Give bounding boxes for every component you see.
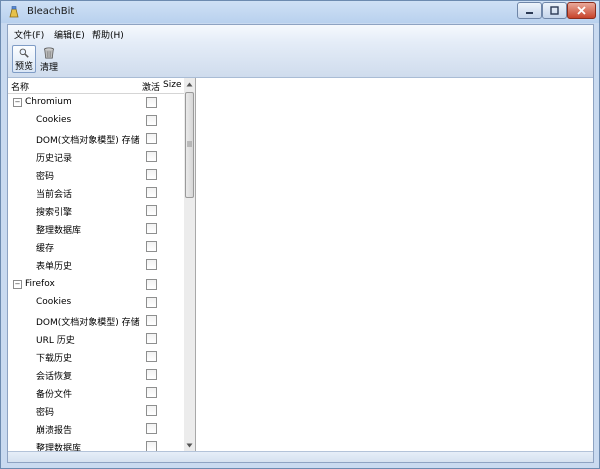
arrow-up-icon: [186, 82, 193, 86]
group-label: Chromium: [25, 97, 72, 107]
column-header-size[interactable]: Size: [163, 80, 181, 90]
checkbox[interactable]: [146, 187, 157, 198]
checkbox[interactable]: [146, 259, 157, 270]
tree-item[interactable]: 密码: [8, 402, 184, 420]
tree-item[interactable]: DOM(文档对象模型) 存储: [8, 130, 184, 148]
item-label: 会话恢复: [36, 372, 73, 382]
checkbox[interactable]: [146, 423, 157, 434]
group-label: Firefox: [25, 279, 55, 289]
trash-can-icon: [44, 47, 54, 59]
item-label: 崩溃报告: [36, 426, 73, 436]
tree-item[interactable]: 搜索引擎: [8, 202, 184, 220]
scroll-up-button[interactable]: [184, 78, 195, 90]
checkbox[interactable]: [146, 133, 157, 144]
checkbox[interactable]: [146, 241, 157, 252]
item-label: 搜索引擎: [36, 208, 73, 218]
item-label: 下载历史: [36, 354, 73, 364]
checkbox[interactable]: [146, 369, 157, 380]
maximize-button[interactable]: [542, 2, 567, 19]
item-label: 密码: [36, 408, 55, 418]
client-area: 文件(F) 编辑(E) 帮助(H) 预览 清理 名称 激活 Size − Chr…: [7, 24, 594, 463]
preview-button[interactable]: 预览: [12, 45, 36, 73]
grip-icon: [187, 141, 192, 147]
tree-item[interactable]: URL 历史: [8, 330, 184, 348]
item-label: 表单历史: [36, 262, 73, 272]
item-label: URL 历史: [36, 336, 75, 346]
tree-item[interactable]: 会话恢复: [8, 366, 184, 384]
bleachbit-icon: [9, 6, 19, 18]
checkbox[interactable]: [146, 169, 157, 180]
checkbox[interactable]: [146, 151, 157, 162]
collapse-icon[interactable]: −: [13, 98, 22, 107]
tree-item[interactable]: 崩溃报告: [8, 420, 184, 438]
item-label: Cookies: [36, 115, 72, 125]
tree-item[interactable]: Cookies: [8, 112, 184, 130]
collapse-icon[interactable]: −: [13, 280, 22, 289]
column-header-name[interactable]: 名称: [11, 80, 29, 93]
window-title: BleachBit: [27, 6, 75, 17]
tree-item[interactable]: 下载历史: [8, 348, 184, 366]
item-label: 整理数据库: [36, 226, 82, 236]
menu-bar: 文件(F) 编辑(E) 帮助(H): [8, 25, 593, 43]
checkbox[interactable]: [146, 97, 157, 108]
clean-label: 清理: [39, 63, 58, 73]
tree-group-chromium[interactable]: − Chromium: [8, 94, 184, 112]
tree-scrollbar[interactable]: [184, 78, 195, 451]
menu-help[interactable]: 帮助(H): [92, 28, 124, 41]
tree-item[interactable]: Cookies: [8, 294, 184, 312]
checkbox[interactable]: [146, 387, 157, 398]
maximize-icon: [550, 6, 559, 15]
checkbox[interactable]: [146, 205, 157, 216]
scroll-down-button[interactable]: [184, 439, 195, 451]
tree-item[interactable]: 表单历史: [8, 256, 184, 274]
title-bar[interactable]: BleachBit: [1, 1, 599, 23]
checkbox[interactable]: [146, 405, 157, 416]
magnifier-icon: [19, 48, 29, 58]
checkbox[interactable]: [146, 315, 157, 326]
tree-item[interactable]: 历史记录: [8, 148, 184, 166]
tree-item[interactable]: 备份文件: [8, 384, 184, 402]
toolbar: 预览 清理: [8, 43, 593, 78]
clean-button[interactable]: 清理: [37, 45, 61, 73]
preview-label: 预览: [14, 62, 33, 72]
menu-edit[interactable]: 编辑(E): [54, 28, 85, 41]
minimize-button[interactable]: [517, 2, 542, 19]
menu-file[interactable]: 文件(F): [14, 28, 44, 41]
preview-output-pane[interactable]: [196, 78, 593, 451]
close-button[interactable]: [567, 2, 596, 19]
minimize-icon: [526, 12, 533, 14]
tree-item[interactable]: DOM(文档对象模型) 存储: [8, 312, 184, 330]
item-label: 备份文件: [36, 390, 73, 400]
item-label: 整理数据库: [36, 444, 82, 451]
checkbox[interactable]: [146, 441, 157, 451]
checkbox[interactable]: [146, 279, 157, 290]
arrow-down-icon: [186, 443, 193, 447]
close-icon: [577, 6, 586, 15]
scroll-thumb[interactable]: [185, 92, 194, 198]
tree-group-firefox[interactable]: − Firefox: [8, 276, 184, 294]
cleaner-tree: 名称 激活 Size − Chromium Cookies DOM(文档对象模型…: [8, 78, 196, 451]
item-label: 缓存: [36, 244, 55, 254]
item-label: DOM(文档对象模型) 存储: [36, 136, 140, 146]
tree-item[interactable]: 缓存: [8, 238, 184, 256]
app-window: BleachBit 文件(F) 编辑(E) 帮助(H) 预览 清理 名称 激活 …: [0, 0, 600, 469]
tree-header: 名称 激活 Size: [8, 78, 184, 94]
item-label: 历史记录: [36, 154, 73, 164]
checkbox[interactable]: [146, 223, 157, 234]
tree-item[interactable]: 整理数据库: [8, 220, 184, 238]
checkbox[interactable]: [146, 333, 157, 344]
checkbox[interactable]: [146, 115, 157, 126]
tree-item[interactable]: 整理数据库: [8, 438, 184, 451]
checkbox[interactable]: [146, 297, 157, 308]
tree-item[interactable]: 密码: [8, 166, 184, 184]
checkbox[interactable]: [146, 351, 157, 362]
column-header-active[interactable]: 激活: [142, 80, 160, 93]
item-label: Cookies: [36, 297, 72, 307]
status-bar: [8, 451, 593, 462]
item-label: 密码: [36, 172, 55, 182]
item-label: DOM(文档对象模型) 存储: [36, 318, 140, 328]
tree-item[interactable]: 当前会话: [8, 184, 184, 202]
item-label: 当前会话: [36, 190, 73, 200]
